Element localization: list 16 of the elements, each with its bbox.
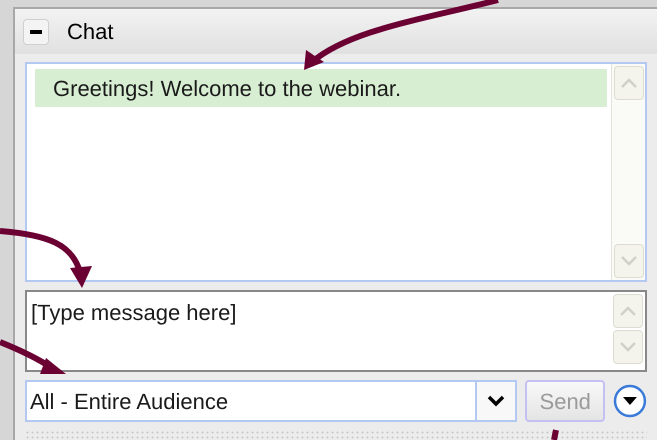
scroll-down-button[interactable] [614, 244, 644, 278]
chevron-down-icon [619, 341, 637, 353]
recipient-value: All - Entire Audience [29, 388, 230, 416]
chat-message: Greetings! Welcome to the webinar. [35, 69, 607, 107]
chevron-up-icon [619, 305, 637, 317]
dropdown-circle-icon[interactable] [613, 384, 647, 418]
scroll-up-button[interactable] [613, 294, 643, 328]
chevron-down-icon [620, 255, 638, 267]
chevron-down-icon [487, 395, 506, 407]
dropdown-arrow-button[interactable] [475, 382, 516, 420]
scroll-up-button[interactable] [614, 66, 644, 100]
panel-title: Chat [67, 18, 114, 46]
recipient-dropdown[interactable]: All - Entire Audience [25, 380, 518, 422]
chevron-up-icon [620, 77, 638, 89]
scroll-down-button[interactable] [613, 330, 643, 364]
collapse-button[interactable] [23, 18, 49, 44]
